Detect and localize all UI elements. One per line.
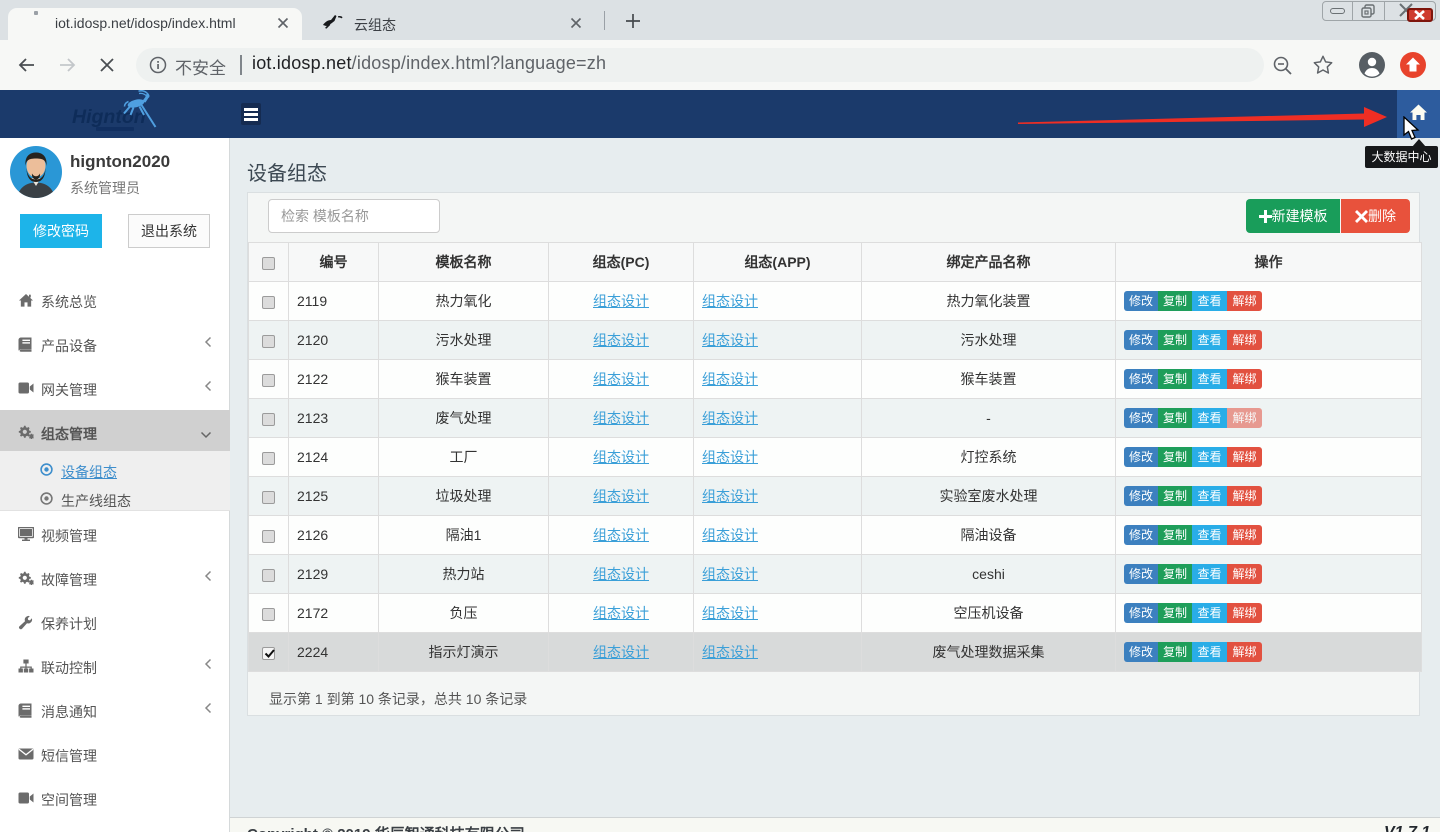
svg-text:Hignton: Hignton [72,106,146,128]
